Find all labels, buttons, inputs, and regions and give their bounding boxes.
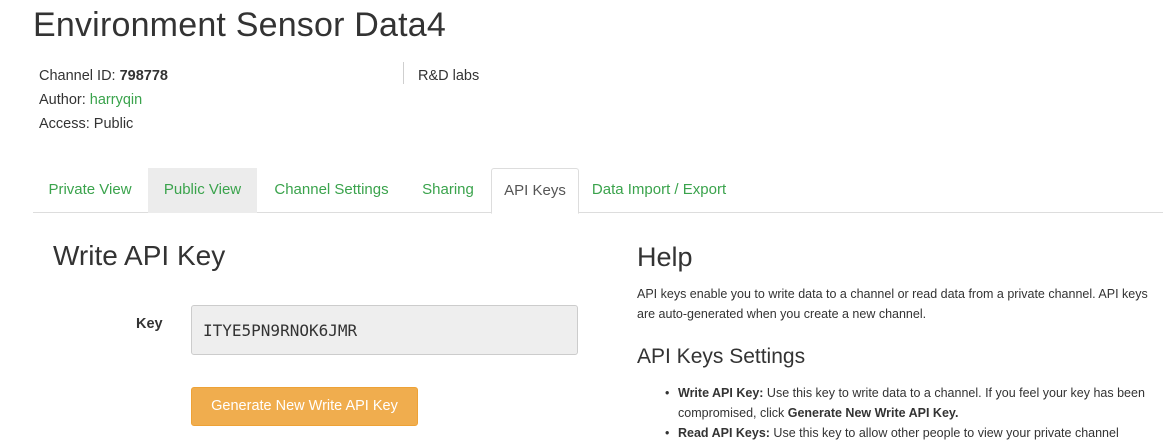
channel-tabs: Private View Public View Channel Setting…: [33, 168, 1163, 214]
help-desc: Use this key to allow other people to vi…: [769, 426, 1119, 440]
channel-id-row: Channel ID: 798778: [39, 64, 168, 88]
help-term: Write API Key:: [678, 386, 764, 400]
author-label: Author:: [39, 92, 86, 108]
help-intro: API keys enable you to write data to a c…: [637, 287, 1148, 321]
write-api-key-field[interactable]: [191, 305, 578, 355]
tab-sharing[interactable]: Sharing: [407, 168, 489, 213]
key-label: Key: [136, 316, 163, 332]
help-list: • Write API Key: Use this key to write d…: [663, 383, 1153, 443]
tab-api-keys[interactable]: API Keys: [491, 168, 579, 214]
access-value: Public: [93, 116, 134, 132]
help-title: Help: [637, 242, 693, 272]
page-title: Environment Sensor Data4: [33, 6, 447, 44]
access-label: Access:: [39, 116, 90, 132]
bullet-icon: •: [665, 386, 670, 400]
help-emphasis: Generate New Write API Key.: [787, 406, 959, 420]
channel-org: R&D labs: [418, 68, 480, 84]
tab-public-view[interactable]: Public View: [148, 168, 257, 213]
channel-meta: Channel ID: 798778 Author: harryqin Acce…: [39, 64, 168, 136]
write-api-key-title: Write API Key: [53, 240, 226, 271]
access-row: Access: Public: [39, 112, 168, 136]
bullet-icon: •: [665, 426, 670, 440]
api-keys-settings-title: API Keys Settings: [637, 345, 806, 368]
author-row: Author: harryqin: [39, 88, 168, 112]
generate-write-key-button[interactable]: Generate New Write API Key: [191, 387, 418, 426]
channel-id-value: 798778: [119, 68, 168, 84]
list-item: • Read API Keys: Use this key to allow o…: [663, 423, 1153, 443]
author-link[interactable]: harryqin: [90, 92, 142, 108]
tab-data-import-export[interactable]: Data Import / Export: [584, 168, 734, 213]
channel-id-label: Channel ID:: [39, 68, 116, 84]
list-item: • Write API Key: Use this key to write d…: [663, 383, 1153, 423]
meta-divider: [403, 62, 404, 84]
help-term: Read API Keys:: [678, 426, 770, 440]
tab-private-view[interactable]: Private View: [33, 168, 147, 213]
tab-channel-settings[interactable]: Channel Settings: [261, 168, 402, 213]
